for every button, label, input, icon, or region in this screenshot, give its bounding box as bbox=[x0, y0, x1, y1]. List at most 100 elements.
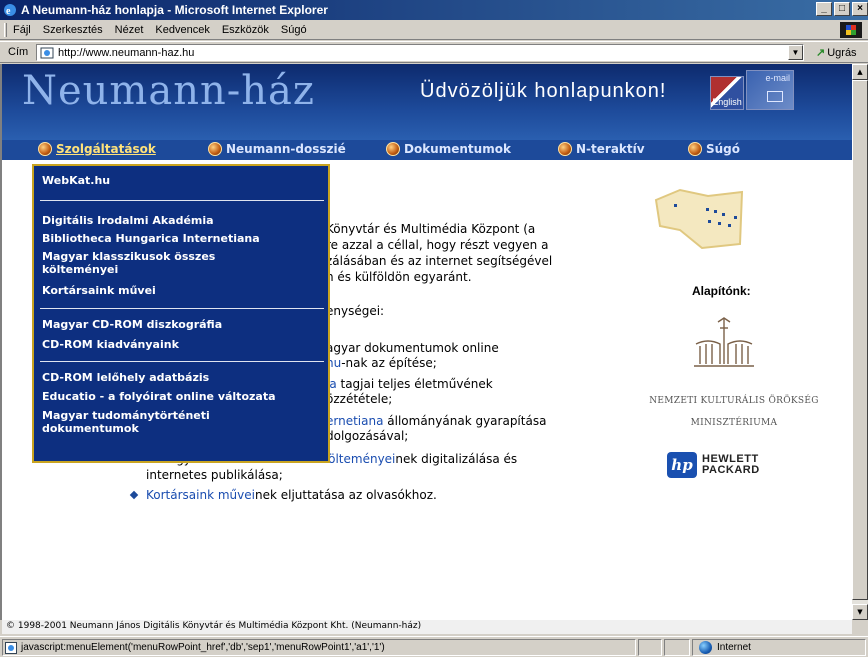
dropdown-item-cd-locator[interactable]: CD-ROM lelőhely adatbázis bbox=[42, 371, 322, 384]
vertical-scrollbar[interactable]: ▲ ▼ bbox=[852, 64, 868, 620]
scroll-up-icon[interactable]: ▲ bbox=[852, 64, 868, 80]
browser-window: e A Neumann-ház honlapja - Microsoft Int… bbox=[0, 0, 868, 657]
menu-edit[interactable]: Szerkesztés bbox=[43, 24, 103, 36]
dropdown-item-educatio[interactable]: Educatio - a folyóirat online változata bbox=[42, 390, 322, 403]
dropdown-item-cd-discography[interactable]: Magyar CD-ROM diszkográfia bbox=[42, 318, 322, 331]
address-input[interactable]: http://www.neumann-haz.hu ▼ bbox=[36, 44, 804, 61]
chevron-down-icon[interactable]: ▼ bbox=[788, 45, 803, 60]
nav-label: N-teraktív bbox=[576, 142, 645, 156]
intro-line: zálásában és az internet segítségével bbox=[326, 254, 553, 268]
dropdown-item-bhi[interactable]: Bibliotheca Hungarica Internetiana bbox=[42, 232, 322, 245]
item4-line: internetes publikálása; bbox=[146, 468, 283, 482]
status-panel bbox=[664, 639, 690, 656]
item1-text: -nak az építése; bbox=[341, 356, 437, 370]
item5-line: Kortársaink műveinek eljuttatása az olva… bbox=[146, 488, 437, 503]
menu-bar: Fájl Szerkesztés Nézet Kedvencek Eszközö… bbox=[0, 20, 868, 40]
copyright-text: © 1998-2001 Neumann János Digitális Köny… bbox=[6, 621, 422, 631]
menu-favorites[interactable]: Kedvencek bbox=[155, 24, 209, 36]
nav-help[interactable]: Súgó bbox=[688, 142, 740, 156]
status-text-panel: javascript:menuElement('menuRowPoint_hre… bbox=[2, 639, 636, 656]
globe-icon bbox=[688, 142, 702, 156]
page-icon bbox=[40, 47, 54, 58]
status-panel bbox=[638, 639, 662, 656]
dropdown-item-classics[interactable]: Magyar klasszikusok összes bbox=[42, 250, 322, 263]
nav-documents[interactable]: Dokumentumok bbox=[386, 142, 511, 156]
services-dropdown-menu: WebKat.hu Digitális Irodalmi Akadémia Bi… bbox=[32, 164, 330, 463]
ministry-emblem-icon[interactable] bbox=[692, 314, 756, 372]
dropdown-separator bbox=[40, 308, 324, 309]
dropdown-separator bbox=[40, 200, 324, 201]
minimize-button[interactable]: _ bbox=[816, 2, 832, 16]
address-url: http://www.neumann-haz.hu bbox=[58, 46, 195, 59]
building-map-icon bbox=[654, 188, 744, 250]
address-label: Cím bbox=[8, 46, 29, 58]
title-bar: e A Neumann-ház honlapja - Microsoft Int… bbox=[0, 0, 868, 20]
item2-text: tagjai teljes életművének bbox=[336, 377, 493, 391]
hp-sponsor-logo[interactable]: hp HEWLETT PACKARD bbox=[667, 452, 760, 478]
english-button[interactable]: English bbox=[710, 76, 744, 110]
page-viewport: Neumann-ház Üdvözöljük honlapunkon! Engl… bbox=[0, 64, 852, 620]
menu-tools[interactable]: Eszközök bbox=[222, 24, 269, 36]
item3-line: dolgozásával; bbox=[326, 429, 409, 443]
welcome-text: Üdvözöljük honlapunkon! bbox=[420, 80, 667, 102]
ministry-line: MINISZTÉRIUMA bbox=[690, 418, 778, 428]
item1-line: agyar dokumentumok online bbox=[326, 341, 499, 355]
nav-interactive[interactable]: N-teraktív bbox=[558, 142, 645, 156]
item5-text: nek eljuttatása az olvasókhoz. bbox=[254, 488, 437, 502]
zone-label: Internet bbox=[717, 642, 751, 653]
close-button[interactable]: × bbox=[852, 2, 868, 16]
status-bar: javascript:menuElement('menuRowPoint_hre… bbox=[0, 636, 868, 657]
nav-services[interactable]: Szolgáltatások bbox=[38, 142, 156, 156]
ministry-line: NEMZETI KULTURÁLIS ÖRÖKSÉG bbox=[649, 396, 819, 406]
maximize-button[interactable]: □ bbox=[834, 2, 850, 16]
dropdown-item-science-history-2[interactable]: dokumentumok bbox=[42, 422, 322, 435]
go-label: Ugrás bbox=[827, 46, 857, 59]
nav-neumann-dossier[interactable]: Neumann-dosszié bbox=[208, 142, 346, 156]
hp-line: PACKARD bbox=[702, 464, 760, 476]
item3-text: állományának gyarapítása bbox=[383, 414, 547, 428]
nav-label: Dokumentumok bbox=[404, 142, 511, 156]
email-button[interactable]: e-mail bbox=[746, 70, 794, 110]
toolbar-grip[interactable] bbox=[4, 22, 7, 37]
globe-icon bbox=[558, 142, 572, 156]
window-title: A Neumann-ház honlapja - Microsoft Inter… bbox=[21, 3, 328, 17]
svg-text:e: e bbox=[6, 6, 11, 17]
item4-text: nek digitalizálása és bbox=[395, 452, 518, 466]
hp-logo-icon: hp bbox=[667, 452, 697, 478]
intro-line: n és külföldön egyaránt. bbox=[326, 270, 472, 284]
ministry-name: NEMZETI KULTURÁLIS ÖRÖKSÉG MINISZTÉRIUMA bbox=[643, 390, 825, 434]
item5-link[interactable]: Kortársaink művei bbox=[146, 488, 255, 502]
ie-page-icon bbox=[5, 641, 17, 654]
globe-icon bbox=[38, 142, 52, 156]
bullet-icon bbox=[129, 490, 139, 500]
scroll-down-icon[interactable]: ▼ bbox=[852, 604, 868, 620]
menu-view[interactable]: Nézet bbox=[115, 24, 144, 36]
hp-text: HEWLETT PACKARD bbox=[702, 454, 760, 476]
go-button[interactable]: ↗ Ugrás bbox=[816, 46, 857, 60]
nav-label: Neumann-dosszié bbox=[226, 142, 346, 156]
scroll-thumb[interactable] bbox=[852, 80, 868, 600]
site-logo[interactable]: Neumann-ház bbox=[22, 68, 315, 114]
envelope-icon bbox=[767, 91, 783, 102]
dropdown-item-cd-publications[interactable]: CD-ROM kiadványaink bbox=[42, 338, 322, 351]
dropdown-item-classics-2[interactable]: költeményei bbox=[42, 263, 322, 276]
dropdown-item-contemporaries[interactable]: Kortársaink művei bbox=[42, 284, 322, 297]
dropdown-item-webkat[interactable]: WebKat.hu bbox=[42, 174, 322, 187]
nav-label: Szolgáltatások bbox=[56, 142, 156, 156]
menu-file[interactable]: Fájl bbox=[13, 24, 31, 36]
windows-flag-icon bbox=[840, 22, 862, 38]
item3-line: ernetiana állományának gyarapítása bbox=[326, 414, 546, 429]
item3-link[interactable]: ernetiana bbox=[326, 414, 383, 428]
internet-globe-icon bbox=[699, 641, 712, 654]
globe-icon bbox=[386, 142, 400, 156]
address-bar: Cím http://www.neumann-haz.hu ▼ ↗ Ugrás bbox=[0, 41, 868, 63]
menu-help[interactable]: Súgó bbox=[281, 24, 307, 36]
site-banner: Neumann-ház Üdvözöljük honlapunkon! Engl… bbox=[2, 64, 852, 140]
site-nav: Szolgáltatások Neumann-dosszié Dokumentu… bbox=[2, 140, 852, 160]
dropdown-item-science-history[interactable]: Magyar tudománytörténeti bbox=[42, 409, 322, 422]
activities-heading: enységei: bbox=[326, 304, 385, 318]
intro-line: re azzal a céllal, hogy részt vegyen a bbox=[326, 238, 549, 252]
dropdown-item-dia[interactable]: Digitális Irodalmi Akadémia bbox=[42, 214, 322, 227]
copyright-bar: © 1998-2001 Neumann János Digitális Köny… bbox=[2, 620, 852, 634]
go-arrow-icon: ↗ bbox=[816, 47, 826, 59]
